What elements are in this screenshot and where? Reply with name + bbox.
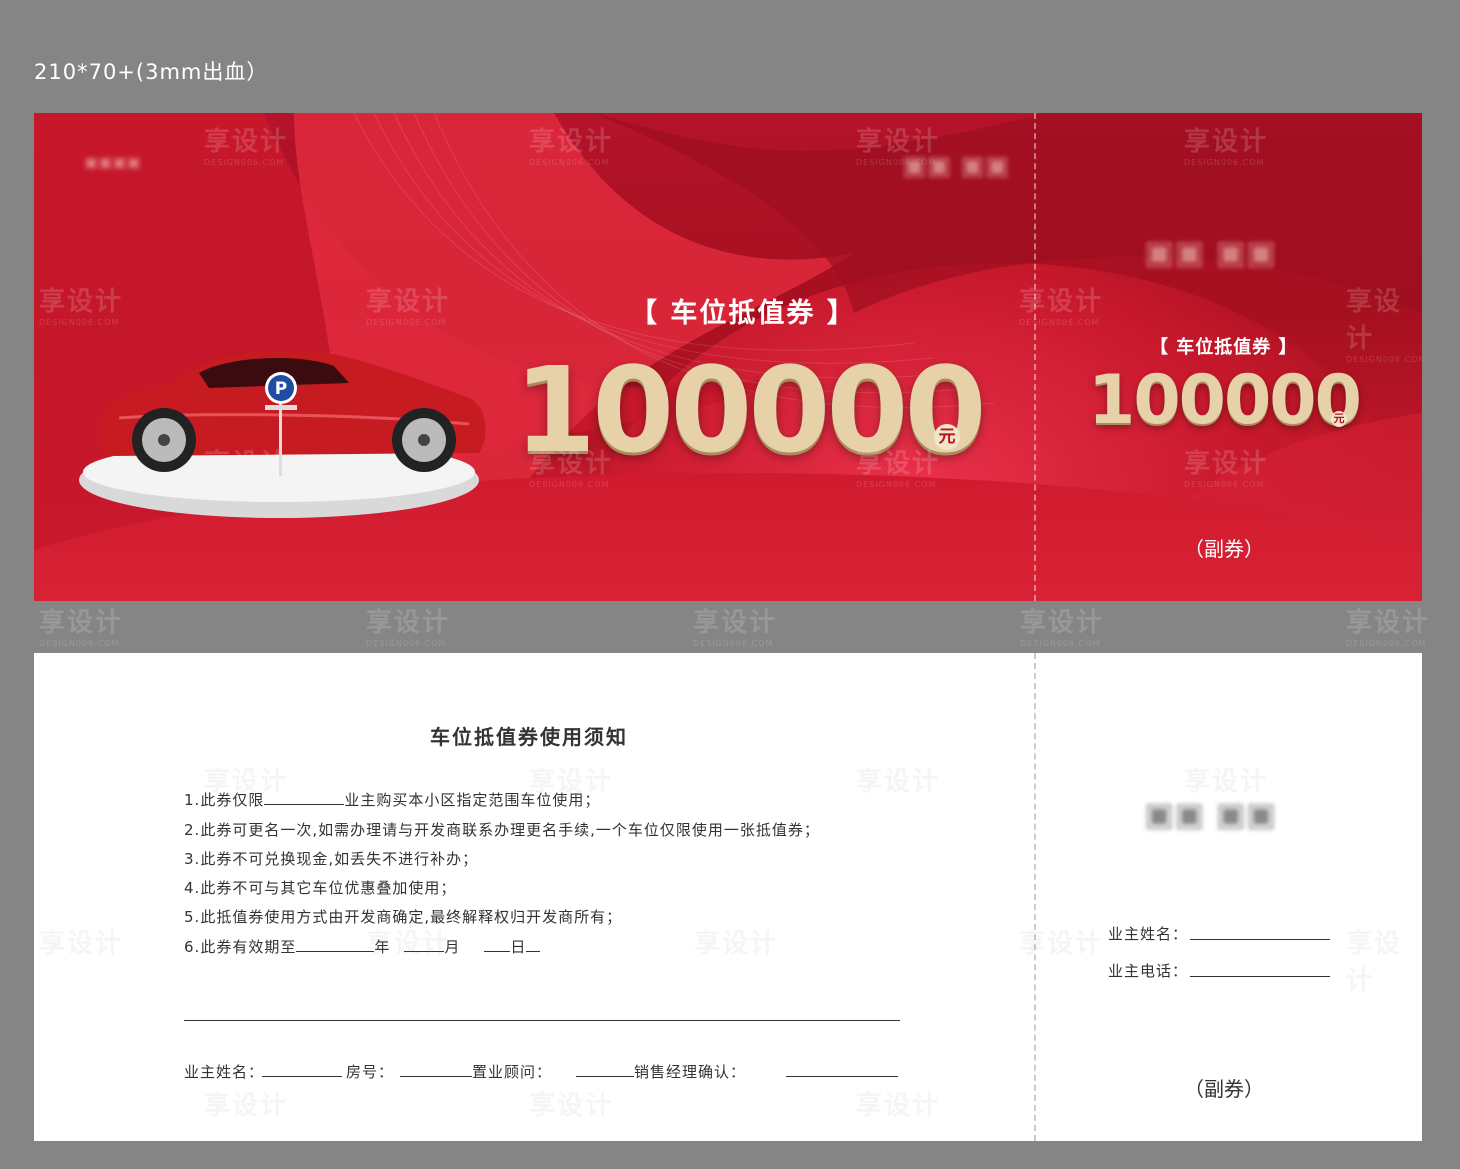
watermark: 享设计 bbox=[1346, 929, 1403, 996]
owner-name-field[interactable] bbox=[262, 1076, 342, 1077]
rule-item: 2.此券可更名一次,如需办理请与开发商联系办理更名手续,一个车位仅限使用一张抵值… bbox=[184, 821, 820, 839]
voucher-front: ▣▣▣▣ ▣▣ ▣▣ ▣▣ ▣▣ P 【 车位抵值券 】 100000 元 【 … bbox=[34, 113, 1422, 601]
consultant-label: 置业顾问： bbox=[472, 1063, 553, 1081]
stub-owner-phone-field[interactable] bbox=[1190, 976, 1330, 977]
watermark: 享设计DESIGN006.COM bbox=[693, 608, 778, 648]
manager-field[interactable] bbox=[786, 1076, 898, 1077]
brand-logo-blurred: ▣▣ ▣▣ bbox=[902, 151, 1010, 181]
spec-label: 210*70+(3mm出血） bbox=[34, 60, 269, 84]
stub-brand-logo-blurred: ▣▣ ▣▣ bbox=[1144, 795, 1277, 833]
svg-text:P: P bbox=[275, 379, 287, 399]
fill-blank[interactable] bbox=[264, 791, 345, 805]
watermark: 享设计 bbox=[856, 1091, 941, 1121]
watermark: 享设计DESIGN006.COM bbox=[1346, 608, 1431, 648]
watermark: 享设计DESIGN006.COM bbox=[366, 608, 451, 648]
watermark: 享设计 bbox=[529, 1091, 614, 1121]
fill-blank[interactable] bbox=[404, 938, 445, 952]
owner-name-label: 业主姓名： bbox=[184, 1063, 265, 1081]
voucher-title: 【 车位抵值券 】 bbox=[630, 298, 856, 329]
parking-sign-icon: P bbox=[265, 372, 297, 476]
brand-logo-blurred: ▣▣▣▣ bbox=[84, 153, 141, 171]
fill-blank[interactable] bbox=[484, 938, 511, 952]
room-label: 房号： bbox=[346, 1063, 395, 1081]
stub-amount: 100000 bbox=[1088, 361, 1362, 440]
stub-owner-name-label: 业主姓名： bbox=[1108, 925, 1189, 943]
stub-owner-name-field[interactable] bbox=[1190, 939, 1330, 940]
stub-brand-logo-blurred: ▣▣ ▣▣ bbox=[1144, 233, 1277, 271]
manager-label: 销售经理确认： bbox=[634, 1063, 747, 1081]
voucher-back: 车位抵值券使用须知 1.此券仅限 业主购买本小区指定范围车位使用； 2.此券可更名… bbox=[34, 653, 1422, 1141]
tear-line bbox=[1034, 653, 1036, 1141]
rule-item: 6.此券有效期至年月日 bbox=[184, 936, 541, 957]
watermark: 享设计 bbox=[204, 1091, 289, 1121]
room-field[interactable] bbox=[400, 1076, 472, 1077]
stub-subtitle: （副券） bbox=[1184, 537, 1264, 561]
rule-item: 3.此券不可兑换现金,如丢失不进行补办； bbox=[184, 850, 479, 868]
watermark: 享设计 bbox=[856, 767, 941, 797]
watermark: 享设计 bbox=[39, 929, 124, 959]
voucher-amount: 100000 bbox=[514, 341, 987, 479]
rule-item: 4.此券不可与其它车位优惠叠加使用； bbox=[184, 879, 457, 897]
separator-line bbox=[184, 1020, 900, 1021]
consultant-field[interactable] bbox=[576, 1076, 634, 1077]
voucher-unit: 元 bbox=[934, 424, 960, 450]
fill-blank[interactable] bbox=[296, 938, 375, 952]
watermark: 享设计DESIGN006.COM bbox=[39, 608, 124, 648]
watermark: 享设计 bbox=[1019, 929, 1104, 959]
watermark: 享设计 bbox=[1184, 767, 1269, 797]
stub-unit: 元 bbox=[1331, 411, 1347, 427]
stub-subtitle: （副券） bbox=[1184, 1077, 1264, 1101]
watermark: 享设计DESIGN006.COM bbox=[1020, 608, 1105, 648]
rule-item: 5.此抵值券使用方式由开发商确定,最终解释权归开发商所有； bbox=[184, 908, 623, 926]
rule-item: 1.此券仅限 业主购买本小区指定范围车位使用； bbox=[184, 791, 601, 809]
watermark: 享设计 bbox=[694, 929, 779, 959]
tear-line bbox=[1034, 113, 1036, 601]
stub-owner-phone-label: 业主电话： bbox=[1108, 962, 1189, 980]
stub-title: 【 车位抵值券 】 bbox=[1150, 337, 1298, 358]
notice-title: 车位抵值券使用须知 bbox=[430, 725, 628, 749]
